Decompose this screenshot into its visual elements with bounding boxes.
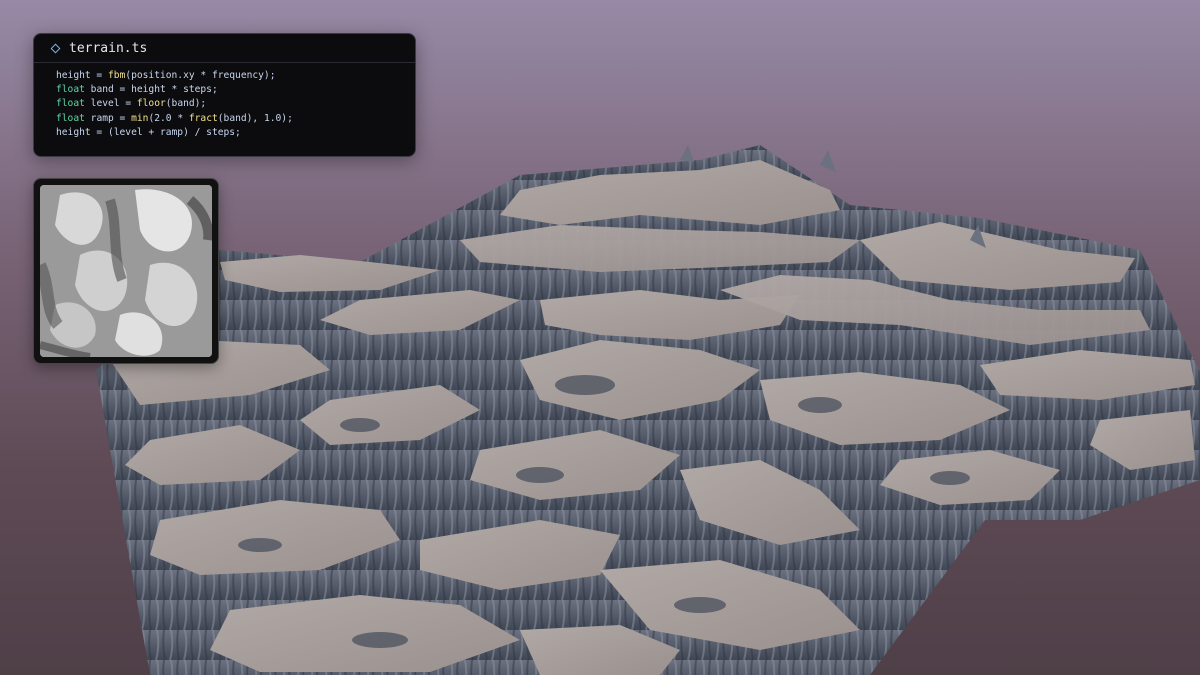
code-token: floor xyxy=(136,98,166,110)
code-line: float level = floor(band); xyxy=(56,97,415,111)
code-token: height xyxy=(56,70,91,81)
code-token: float xyxy=(56,112,85,124)
code-token: float xyxy=(56,84,85,96)
code-token: fract xyxy=(188,112,218,124)
code-token: min xyxy=(131,112,149,124)
noise-heightmap-preview xyxy=(33,178,219,364)
code-token: (2.0 * xyxy=(148,112,189,124)
code-token: height xyxy=(56,126,91,138)
terrain-mesh xyxy=(96,145,1200,675)
diamond-icon xyxy=(50,43,61,53)
code-line: float band = height * steps; xyxy=(56,83,415,97)
code-line: height = fbm(position.xy * frequency); xyxy=(56,69,415,83)
code-line: float ramp = min(2.0 * fract(band), 1.0)… xyxy=(56,112,415,126)
code-token: float xyxy=(56,98,85,110)
code-token: fbm xyxy=(107,70,126,81)
code-token: = (level + ramp) / steps; xyxy=(90,126,241,138)
code-token: (band), 1.0); xyxy=(217,112,293,124)
code-body[interactable]: height = fbm(position.xy * frequency); fl… xyxy=(34,63,415,140)
code-token: (band); xyxy=(165,98,207,110)
code-token: ramp = xyxy=(84,112,132,124)
code-token: band = height * steps; xyxy=(84,84,218,96)
code-token: = xyxy=(90,70,108,81)
editor-tab-bar: terrain.ts xyxy=(34,34,415,63)
code-token: level = xyxy=(84,98,137,110)
code-editor-window: terrain.ts height = fbm(position.xy * fr… xyxy=(33,33,416,157)
code-token: (position.xy * frequency); xyxy=(125,70,276,81)
file-tab-title[interactable]: terrain.ts xyxy=(69,41,147,56)
code-line: height = (level + ramp) / steps; xyxy=(56,126,415,140)
heightmap-image xyxy=(40,185,212,357)
